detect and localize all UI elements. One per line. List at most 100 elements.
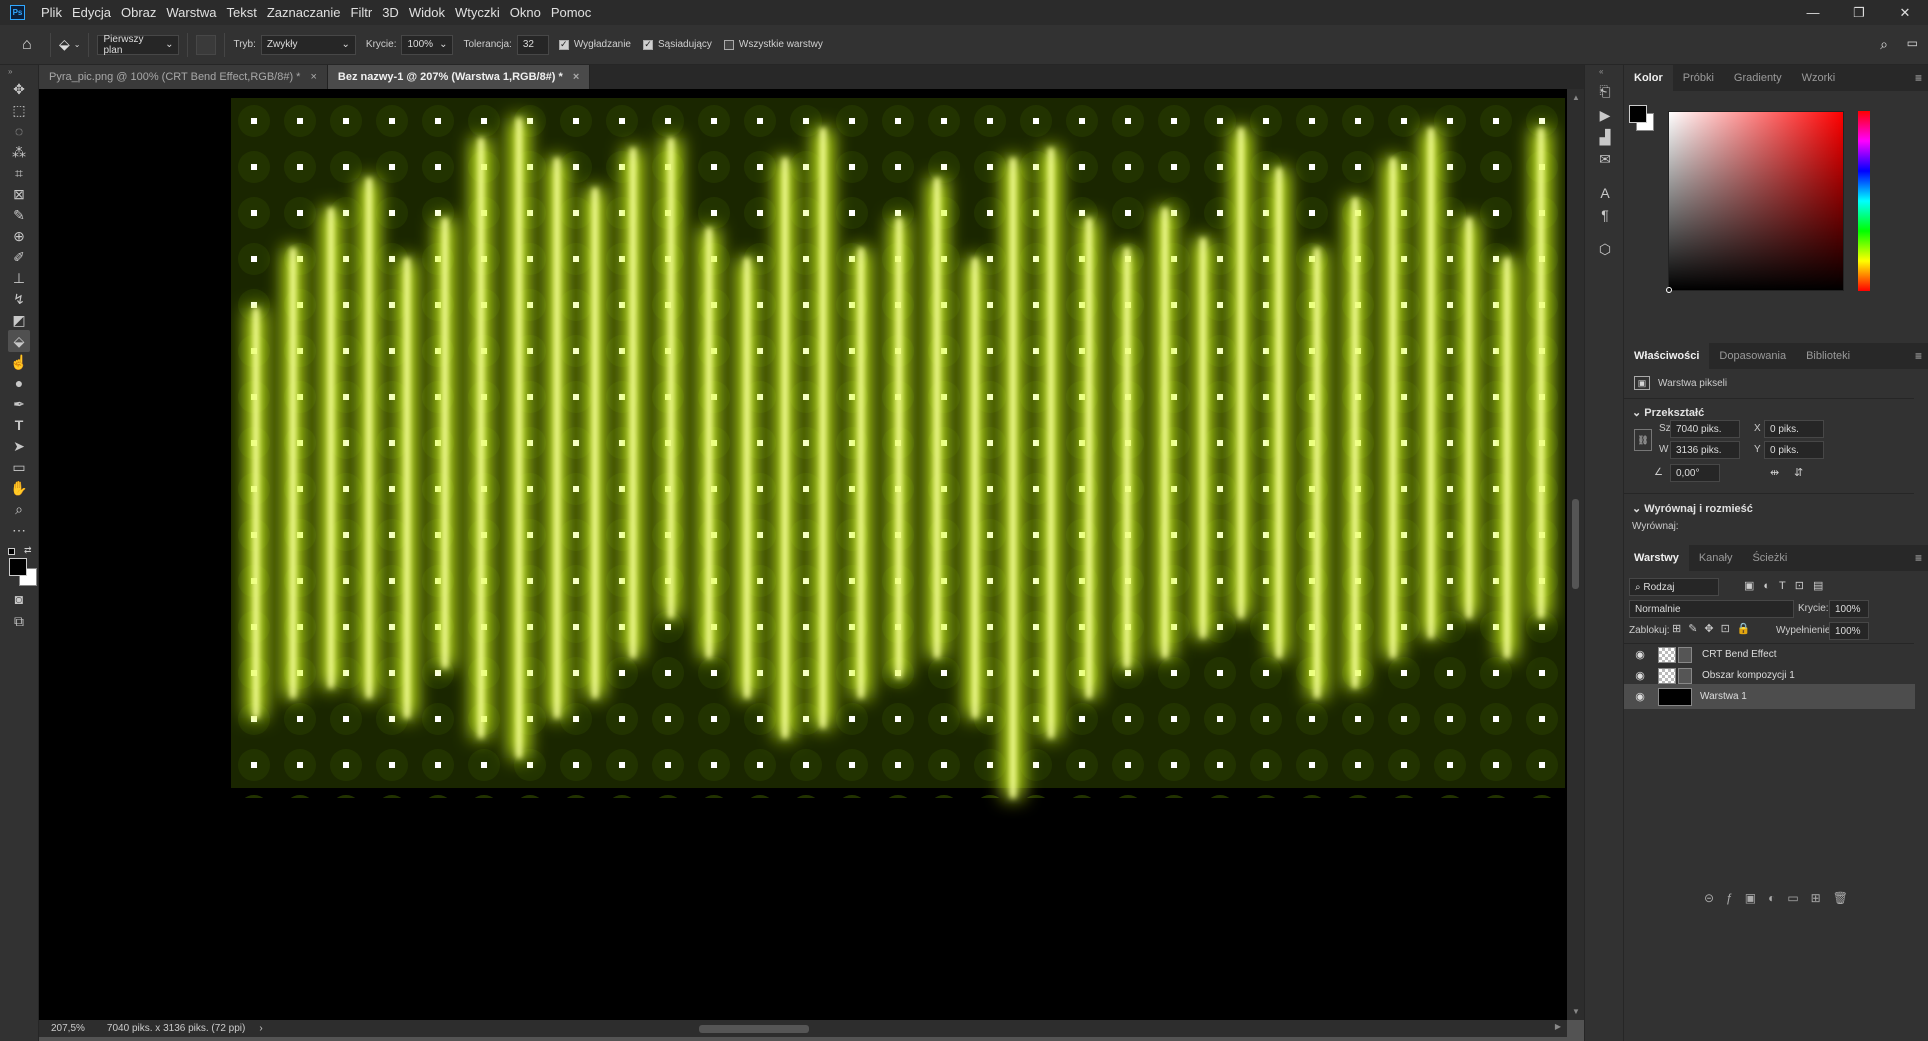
comments-panel-icon[interactable]: ✉ [1595,149,1615,169]
angle-field[interactable]: 0,00° [1670,464,1720,482]
screen-mode-icon[interactable]: ⧉ [8,610,30,632]
tab-gradienty[interactable]: Gradienty [1724,65,1792,91]
zoom-tool-icon[interactable]: ⌕ [8,498,30,520]
smudge-tool-icon[interactable]: ☝ [8,351,30,373]
close-icon[interactable]: × [573,71,579,83]
actions-panel-icon[interactable]: ▶ [1595,105,1615,125]
document-canvas[interactable] [231,98,1565,1020]
tab-bez-nazwy[interactable]: Bez nazwy-1 @ 207% (Warstwa 1,RGB/8#) * × [327,65,591,89]
close-window-button[interactable]: ✕ [1882,0,1928,25]
search-icon[interactable]: ⌕ [1880,36,1888,53]
contiguous-checkbox[interactable]: ✓ Sąsiadujący [643,39,712,50]
panel-menu-icon[interactable]: ≡ [1915,551,1922,565]
menu-plik[interactable]: Plik [41,5,62,20]
chevron-down-icon[interactable]: ▼ [1572,1007,1580,1016]
home-icon[interactable]: ⌂ [22,36,42,54]
chevron-right-icon[interactable]: ▶ [1555,1022,1561,1031]
menu-warstwa[interactable]: Warstwa [166,5,216,20]
healing-brush-tool-icon[interactable]: ⊕ [8,225,30,247]
minimize-button[interactable]: — [1790,0,1836,25]
y-field[interactable]: 0 piks. [1764,441,1824,459]
tolerance-input[interactable]: 32 [516,34,549,55]
flip-vertical-icon[interactable]: ⇵ [1794,466,1803,479]
eyedropper-tool-icon[interactable]: ✎ [8,204,30,226]
tab-warstwy[interactable]: Warstwy [1624,545,1689,571]
eye-icon[interactable]: ◉ [1630,690,1650,703]
foreground-color-swatch[interactable] [1629,105,1647,123]
lasso-tool-icon[interactable]: ◌ [8,120,30,142]
foreground-color-swatch[interactable] [9,558,27,576]
tab-wlasciwosci[interactable]: Właściwości [1624,343,1710,369]
paragraph-panel-icon[interactable]: ¶ [1595,205,1615,225]
antialias-checkbox[interactable]: ✓ Wygładzanie [558,39,631,50]
glyphs-panel-icon[interactable]: ▟ [1595,127,1615,147]
hue-slider[interactable] [1858,111,1870,291]
zoom-level[interactable]: 207,5% [51,1023,85,1034]
transform-section-head[interactable]: ⌄ Przekształć [1632,406,1704,419]
tab-probki[interactable]: Próbki [1673,65,1724,91]
quick-mask-icon[interactable]: ◙ [8,588,30,610]
color-picker-cursor[interactable] [1666,287,1672,293]
paint-bucket-preset-icon[interactable]: ⬙ ⌄ [59,36,80,53]
fill-field[interactable]: 100% [1829,622,1869,640]
rectangle-tool-icon[interactable]: ▭ [8,456,30,478]
height-field[interactable]: 3136 piks. [1670,441,1740,459]
x-field[interactable]: 0 piks. [1764,420,1824,438]
menu-wtyczki[interactable]: Wtyczki [455,5,500,20]
menu-okno[interactable]: Okno [510,5,541,20]
layer-name[interactable]: Warstwa 1 [1700,691,1747,702]
layer-filter-select[interactable]: ⌕ Rodzaj [1629,578,1719,596]
character-panel-icon[interactable]: A [1595,183,1615,203]
layer-name[interactable]: CRT Bend Effect [1702,649,1777,660]
close-icon[interactable]: × [310,71,316,83]
collapse-icon[interactable]: « [1599,67,1603,76]
tab-sciezki[interactable]: Ścieżki [1742,545,1797,571]
horizontal-scroll-thumb[interactable] [699,1025,809,1033]
path-selection-tool-icon[interactable]: ➤ [8,435,30,457]
3d-panel-icon[interactable]: ⬡ [1595,239,1615,259]
menu-zaznaczanie[interactable]: Zaznaczanie [267,5,341,20]
menu-tekst[interactable]: Tekst [226,5,256,20]
brush-tool-icon[interactable]: ✐ [8,246,30,268]
color-picker-field[interactable] [1668,111,1844,291]
menu-pomoc[interactable]: Pomoc [551,5,591,20]
tab-biblioteki[interactable]: Biblioteki [1796,343,1860,369]
chevron-up-icon[interactable]: ▲ [1572,93,1580,102]
clone-stamp-tool-icon[interactable]: ⊥ [8,267,30,289]
workspace-icon[interactable]: ▭ [1907,36,1918,50]
blend-mode-select[interactable]: Zwykły ⌄ [260,34,356,55]
layer-opacity-field[interactable]: 100% [1829,600,1869,618]
lock-icons[interactable]: ⊞✎✥⊡🔒 [1672,622,1758,635]
crop-tool-icon[interactable]: ⌗ [8,162,30,184]
more-tools-icon[interactable]: ⋯ [8,519,30,541]
pattern-picker[interactable] [196,34,217,55]
link-icon[interactable]: ⛓ [1634,429,1652,451]
all-layers-checkbox[interactable]: Wszystkie warstwy [723,39,823,50]
restore-button[interactable]: ❐ [1836,0,1882,25]
move-tool-icon[interactable]: ✥ [8,78,30,100]
layer-filter-icons[interactable]: ▣◐T⊡▤ [1744,579,1832,592]
menu-obraz[interactable]: Obraz [121,5,156,20]
eye-icon[interactable]: ◉ [1630,669,1650,682]
tab-dopasowania[interactable]: Dopasowania [1709,343,1796,369]
history-brush-tool-icon[interactable]: ↯ [8,288,30,310]
eye-icon[interactable]: ◉ [1630,648,1650,661]
width-field[interactable]: 7040 piks. [1670,420,1740,438]
tab-kanaly[interactable]: Kanały [1689,545,1743,571]
paint-bucket-tool-icon[interactable]: ⬙ [8,330,30,352]
fill-source-select[interactable]: Pierwszy plan ⌄ [97,34,180,56]
panel-menu-icon[interactable]: ≡ [1915,71,1922,85]
pen-tool-icon[interactable]: ✒ [8,393,30,415]
opacity-input[interactable]: 100% ⌄ [401,34,454,55]
align-section-head[interactable]: ⌄ Wyrównaj i rozmieść [1632,502,1753,515]
history-panel-icon[interactable]: ⎗ [1595,81,1615,101]
status-arrow-icon[interactable]: › [259,1023,262,1034]
hand-tool-icon[interactable]: ✋ [8,477,30,499]
tab-kolor[interactable]: Kolor [1624,65,1673,91]
blend-mode-select[interactable]: Normalnie [1629,600,1794,618]
layer-row-warstwa-1[interactable]: ◉ Warstwa 1 [1624,684,1915,709]
menu-edycja[interactable]: Edycja [72,5,111,20]
panel-menu-icon[interactable]: ≡ [1915,349,1922,363]
dodge-tool-icon[interactable]: ● [8,372,30,394]
vertical-scroll-thumb[interactable] [1572,499,1579,589]
